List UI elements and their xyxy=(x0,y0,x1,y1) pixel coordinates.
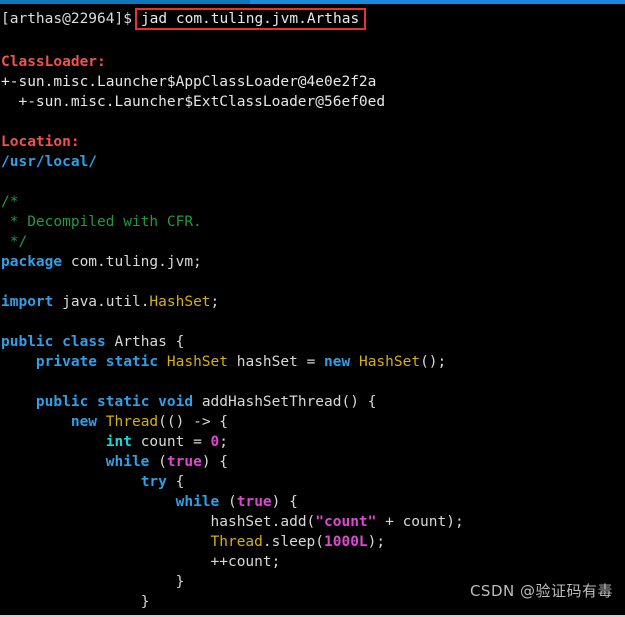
field-name: hashSet = xyxy=(228,354,325,370)
inner-while-keyword: while xyxy=(175,494,220,510)
comment-body-line: * Decompiled with CFR. xyxy=(1,212,625,232)
field-constructor-tail: (); xyxy=(420,354,447,370)
field-modifier-private: private xyxy=(35,354,98,370)
thread-sleep-tail: ); xyxy=(367,534,386,550)
lambda-thread-type: Thread xyxy=(105,414,159,430)
field-modifier-static: static xyxy=(105,354,159,370)
inner-while-line: while (true) { xyxy=(1,492,625,512)
int-variable-name: count = xyxy=(131,434,211,450)
inner-while-close: ) { xyxy=(271,494,298,510)
classloader-header-line: ClassLoader: xyxy=(1,52,625,72)
method-return-type: void xyxy=(158,394,194,410)
class-keyword: class xyxy=(62,334,106,350)
increment-statement: ++count; xyxy=(210,554,281,570)
try-keyword: try xyxy=(140,474,167,490)
method-modifier-public: public xyxy=(35,394,89,410)
field-declaration-line: private static HashSet hashSet = new Has… xyxy=(1,352,625,372)
thread-lambda-line: new Thread(() -> { xyxy=(1,412,625,432)
method-name: addHashSetThread() { xyxy=(193,394,377,410)
location-path-line: /usr/local/ xyxy=(1,152,625,172)
csdn-watermark: CSDN @验证码有毒 xyxy=(469,582,613,600)
package-line: package com.tuling.jvm; xyxy=(1,252,625,272)
increment-line: ++count; xyxy=(1,552,625,572)
comment-open: /* xyxy=(1,194,19,210)
try-open-brace: { xyxy=(166,474,185,490)
inner-close-brace: } xyxy=(175,574,185,590)
import-package: java.util. xyxy=(53,294,150,310)
package-name: com.tuling.jvm; xyxy=(62,254,202,270)
location-header: Location: xyxy=(1,134,80,150)
inner-while-condition: true xyxy=(236,494,272,510)
comment-close: */ xyxy=(1,234,28,250)
class-modifier-public: public xyxy=(1,334,54,350)
import-line: import java.util.HashSet; xyxy=(1,292,625,312)
import-type: HashSet xyxy=(149,294,211,310)
int-terminator: ; xyxy=(219,434,229,450)
hashset-add-suffix: + count); xyxy=(376,514,464,530)
thread-sleep-type: Thread xyxy=(210,534,263,550)
classloader-ext: +-sun.misc.Launcher$ExtClassLoader@56ef0… xyxy=(1,94,386,110)
classloader-line-ext: +-sun.misc.Launcher$ExtClassLoader@56ef0… xyxy=(1,92,625,112)
classloader-line-app: +-sun.misc.Launcher$AppClassLoader@4e0e2… xyxy=(1,72,625,92)
lambda-arrow-tail: (() -> { xyxy=(158,414,229,430)
command-prompt-row: [arthas@22964]$ jad com.tuling.jvm.Artha… xyxy=(1,7,625,31)
import-terminator: ; xyxy=(210,294,220,310)
hashset-add-prefix: hashSet.add( xyxy=(210,514,316,530)
outer-while-condition: true xyxy=(166,454,202,470)
terminal-window: [arthas@22964]$ jad com.tuling.jvm.Artha… xyxy=(0,0,625,617)
outer-while-keyword: while xyxy=(105,454,150,470)
lambda-new-keyword: new xyxy=(70,414,98,430)
import-keyword: import xyxy=(1,294,54,310)
package-keyword: package xyxy=(1,254,63,270)
comment-open-line: /* xyxy=(1,192,625,212)
classloader-header: ClassLoader: xyxy=(1,54,106,70)
thread-sleep-line: Thread.sleep(1000L); xyxy=(1,532,625,552)
method-declaration-line: public static void addHashSetThread() { xyxy=(1,392,625,412)
method-modifier-static: static xyxy=(97,394,150,410)
int-keyword: int xyxy=(105,434,132,450)
try-block-line: try { xyxy=(1,472,625,492)
comment-body: * Decompiled with CFR. xyxy=(1,214,202,230)
hashset-add-line: hashSet.add("count" + count); xyxy=(1,512,625,532)
field-constructor-type: HashSet xyxy=(358,354,421,370)
thread-sleep-literal: 1000L xyxy=(324,534,368,550)
inner-while-open-paren: ( xyxy=(219,494,237,510)
outer-while-close: ) { xyxy=(201,454,229,470)
highlighted-command[interactable]: jad com.tuling.jvm.Arthas xyxy=(134,8,367,30)
shell-prompt: [arthas@22964]$ xyxy=(1,11,132,27)
field-new-keyword: new xyxy=(324,354,351,370)
location-header-line: Location: xyxy=(1,132,625,152)
terminal-output-area: [arthas@22964]$ jad com.tuling.jvm.Artha… xyxy=(0,4,625,612)
comment-close-line: */ xyxy=(1,232,625,252)
class-open-brace: { xyxy=(175,334,185,350)
int-literal-value: 0 xyxy=(210,434,220,450)
class-name: Arthas xyxy=(114,334,167,350)
class-declaration-line: public class Arthas { xyxy=(1,332,625,352)
thread-sleep-method: .sleep( xyxy=(262,534,325,550)
int-count-line: int count = 0; xyxy=(1,432,625,452)
outer-while-open-paren: ( xyxy=(149,454,167,470)
outer-close-brace: } xyxy=(140,594,150,610)
outer-while-line: while (true) { xyxy=(1,452,625,472)
classloader-app: +-sun.misc.Launcher$AppClassLoader@4e0e2… xyxy=(1,74,377,90)
location-path: /usr/local/ xyxy=(1,154,98,170)
hashset-add-string-literal: "count" xyxy=(315,514,377,530)
field-type: HashSet xyxy=(166,354,228,370)
